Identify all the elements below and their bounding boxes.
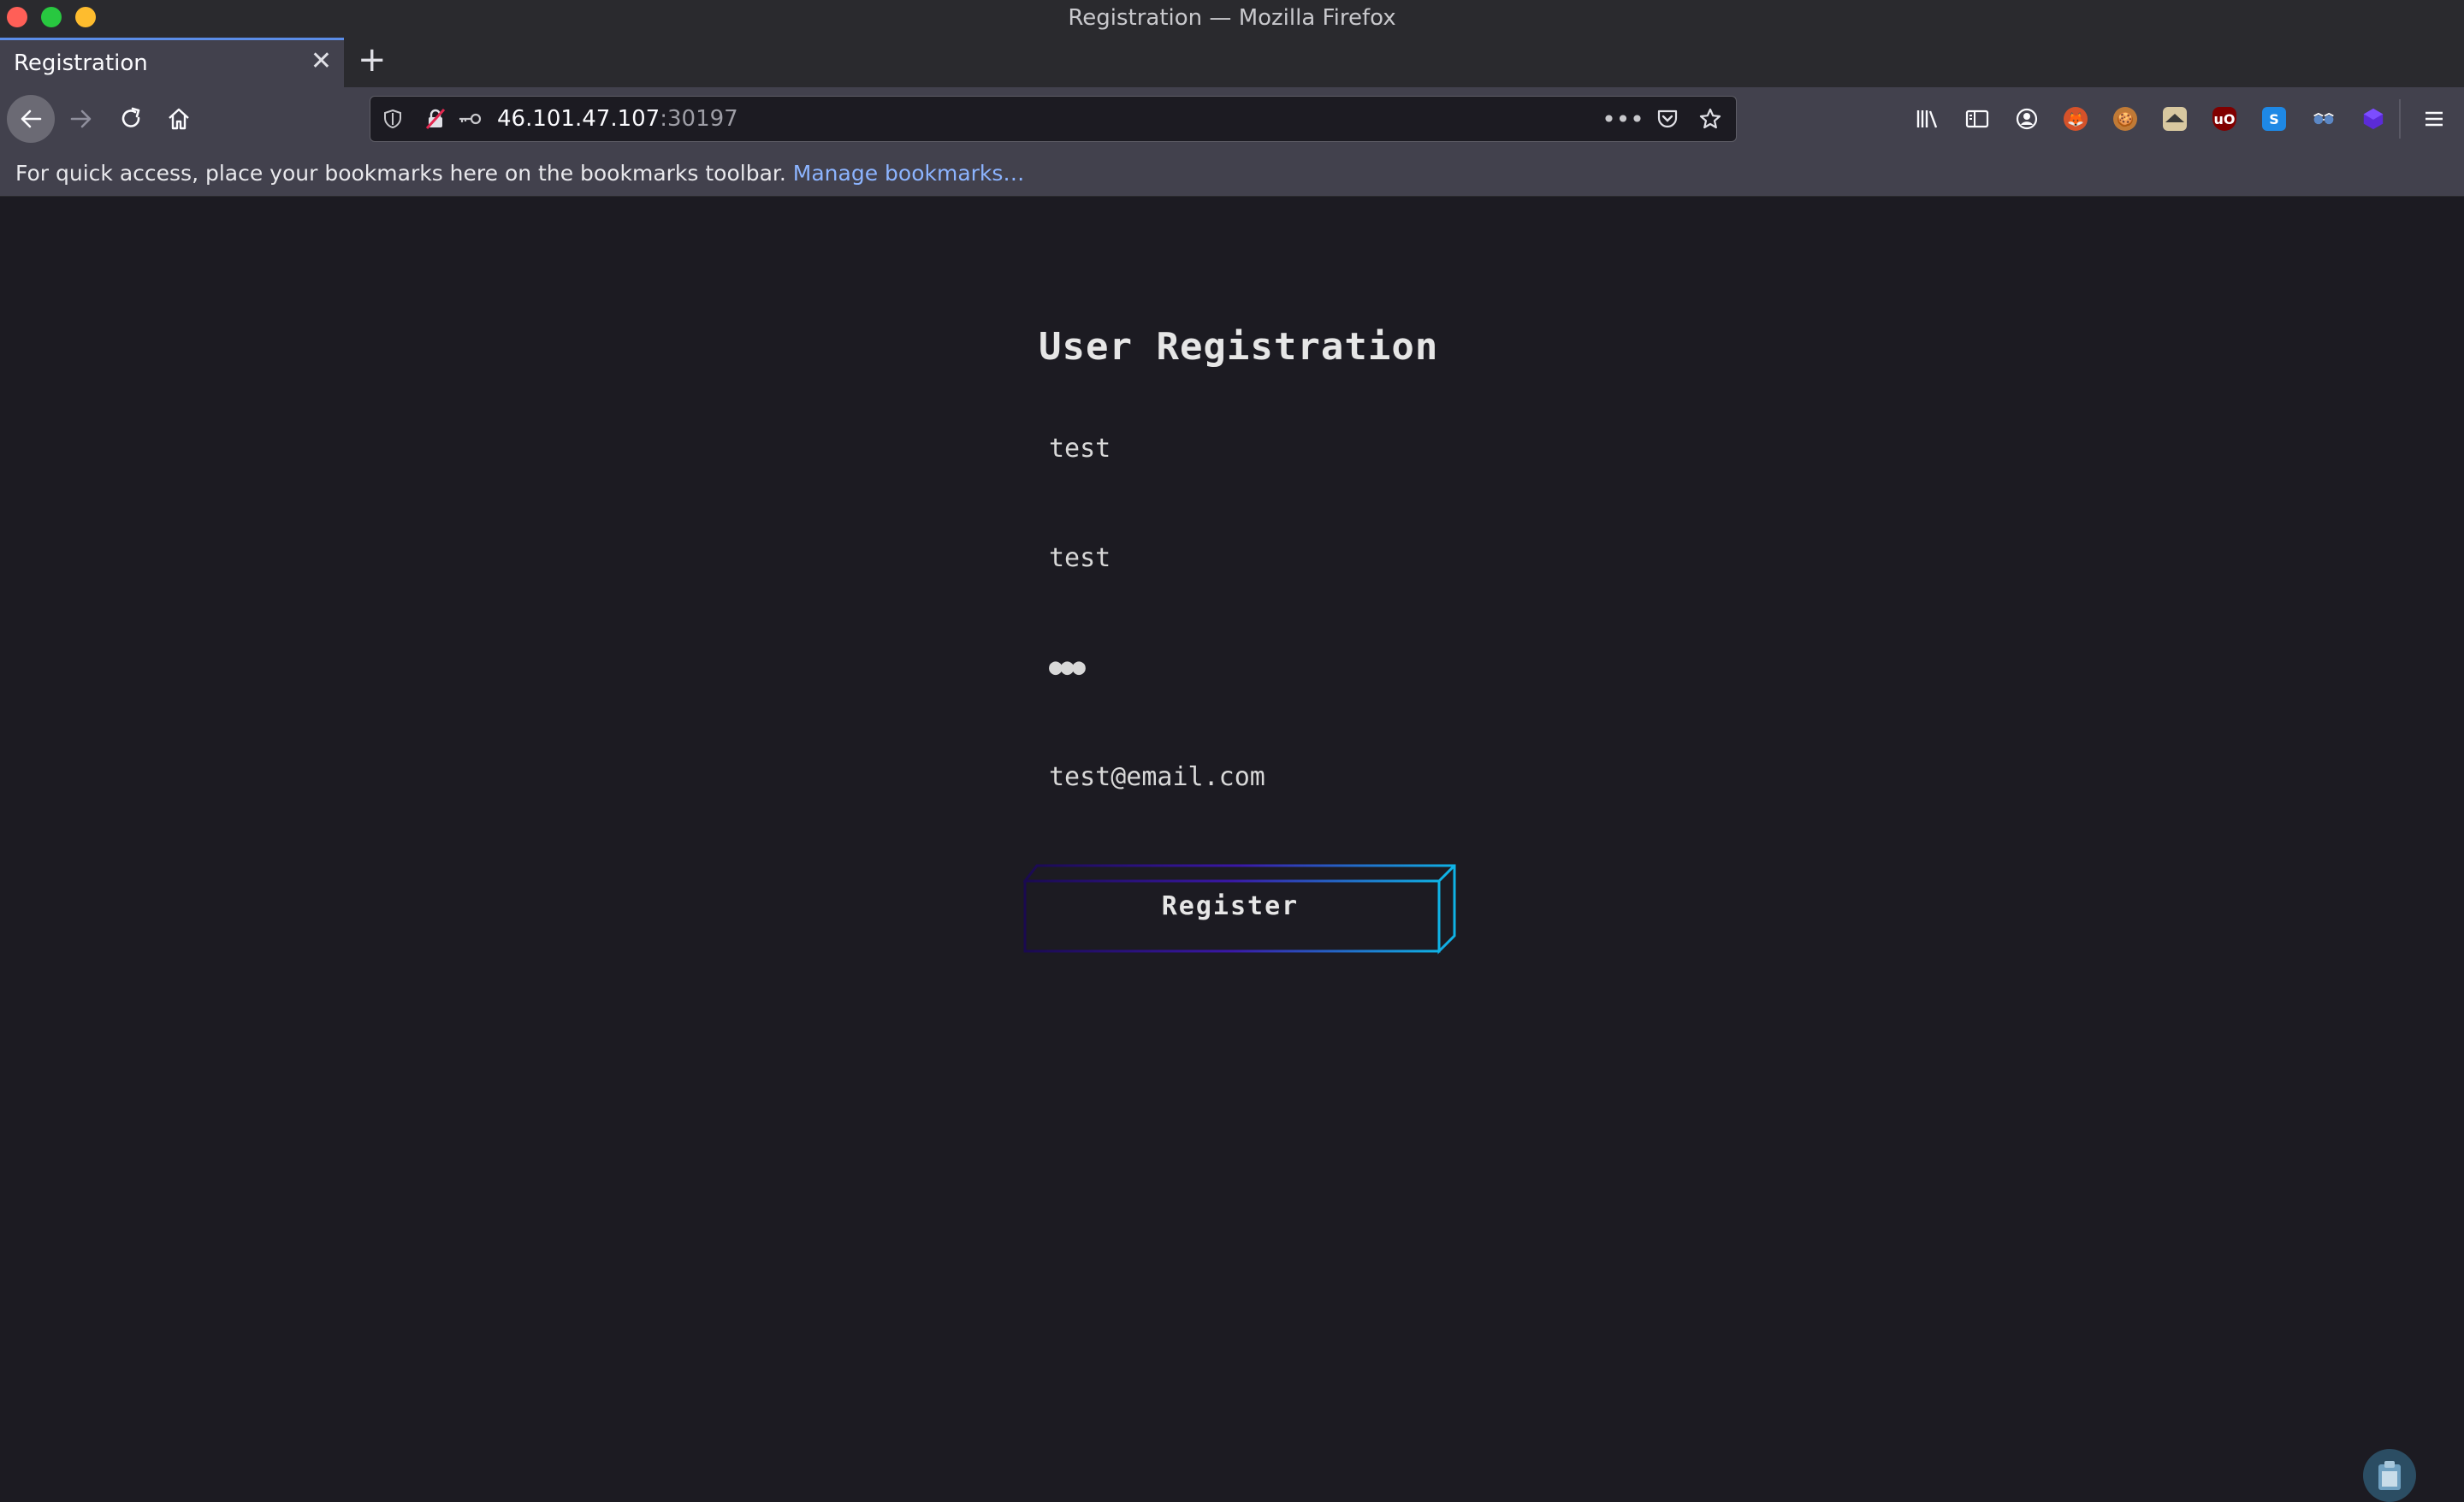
back-arrow-icon bbox=[21, 109, 42, 128]
account-icon[interactable] bbox=[2012, 104, 2041, 133]
window-title: Registration — Mozilla Firefox bbox=[1068, 5, 1396, 31]
reload-icon bbox=[121, 107, 140, 127]
s-ext-icon[interactable]: S bbox=[2262, 107, 2286, 131]
reload-button[interactable] bbox=[110, 98, 152, 140]
password-field[interactable] bbox=[1039, 640, 1449, 695]
insecure-lock-icon[interactable] bbox=[422, 105, 449, 133]
ublock-icon[interactable]: uO bbox=[2212, 107, 2236, 131]
spy-glasses-icon[interactable] bbox=[2312, 107, 2336, 131]
email-field[interactable] bbox=[1039, 749, 1449, 804]
forward-button[interactable] bbox=[60, 98, 103, 140]
bookmarks-hint-text: For quick access, place your bookmarks h… bbox=[15, 161, 786, 186]
tab-registration[interactable]: Registration ✕ bbox=[0, 38, 344, 87]
url-port: :30197 bbox=[660, 106, 738, 132]
cube-ext-icon[interactable] bbox=[2361, 107, 2385, 131]
pocket-icon[interactable] bbox=[1654, 105, 1681, 133]
sidebar-icon[interactable] bbox=[1963, 104, 1992, 133]
manage-bookmarks-link[interactable]: Manage bookmarks… bbox=[793, 161, 1025, 186]
toolbar-separator bbox=[2399, 99, 2401, 139]
forward-arrow-icon bbox=[70, 109, 92, 128]
clipboard-icon[interactable] bbox=[2363, 1449, 2416, 1502]
bookmarks-toolbar: For quick access, place your bookmarks h… bbox=[0, 151, 2464, 197]
register-button[interactable]: Register bbox=[1023, 862, 1456, 961]
register-button-label: Register bbox=[1161, 891, 1300, 921]
new-tab-button[interactable]: + bbox=[358, 41, 387, 79]
home-button[interactable] bbox=[157, 98, 200, 140]
key-icon[interactable] bbox=[456, 105, 483, 133]
page-content: User Registration Register bbox=[0, 197, 2464, 1502]
window-titlebar: Registration — Mozilla Firefox bbox=[0, 0, 2464, 38]
username-field[interactable] bbox=[1039, 421, 1449, 476]
tracking-shield-icon[interactable] bbox=[379, 105, 406, 133]
name-field[interactable] bbox=[1039, 530, 1449, 585]
navigation-toolbar: 46.101.47.107:30197 ••• 🦊 🍪 uO S bbox=[0, 87, 2464, 151]
library-icon[interactable] bbox=[1913, 104, 1942, 133]
tab-close-icon[interactable]: ✕ bbox=[311, 49, 332, 74]
home-icon bbox=[169, 108, 189, 130]
bookmark-ext-icon[interactable] bbox=[2163, 107, 2187, 131]
url-bar[interactable]: 46.101.47.107:30197 ••• bbox=[370, 96, 1737, 142]
tab-title: Registration bbox=[14, 50, 148, 76]
cookie-editor-icon[interactable]: 🍪 bbox=[2113, 107, 2137, 131]
page-actions-icon[interactable]: ••• bbox=[1602, 105, 1644, 133]
bookmark-star-icon[interactable] bbox=[1697, 105, 1724, 133]
foxyproxy-icon[interactable]: 🦊 bbox=[2064, 107, 2088, 131]
register-button-wrapper: Register bbox=[1023, 862, 1456, 961]
bookmarks-message: For quick access, place your bookmarks h… bbox=[15, 161, 1024, 186]
tab-strip: Registration ✕ + bbox=[0, 38, 2464, 87]
url-host: 46.101.47.107 bbox=[497, 106, 660, 132]
back-button[interactable] bbox=[7, 95, 55, 143]
menu-icon[interactable] bbox=[2420, 104, 2449, 133]
url-text[interactable]: 46.101.47.107:30197 bbox=[497, 106, 738, 132]
page-title: User Registration bbox=[1039, 325, 1439, 369]
